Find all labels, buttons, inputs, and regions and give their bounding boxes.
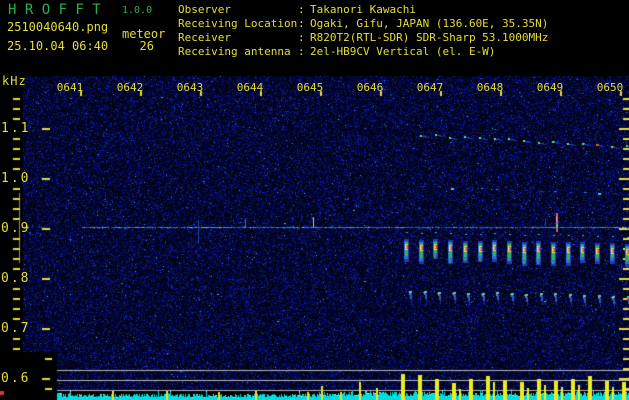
info-label-receiving-antenna: Receiving antenna (178, 45, 291, 58)
info-row-receiving-location: Receiving Location: Ogaki, Gifu, JAPAN (1… (178, 17, 548, 30)
time-tick-label-0642: 0642 (116, 81, 144, 94)
time-tick-label-0648: 0648 (476, 81, 504, 94)
time-tick-label-0646: 0646 (356, 81, 384, 94)
app-version: 1.0.0 (122, 5, 153, 16)
info-separator: : (298, 3, 305, 16)
info-separator: : (298, 31, 305, 44)
output-filename: 2510040640.png (7, 20, 109, 34)
info-value-observer: Takanori Kawachi (310, 3, 416, 16)
hrofft-screen: H R O F F T 1.0.0 2510040640.png meteor … (0, 0, 629, 400)
freq-tick-label-0.6: 0.6 (1, 371, 31, 386)
app-title: H R O F F T (8, 2, 101, 18)
freq-tick-label-1.0: 1.0 (1, 171, 31, 186)
info-row-observer: Observer: Takanori Kawachi (178, 3, 416, 16)
freq-tick-label-0.8: 0.8 (1, 271, 31, 286)
freq-tick-label-1.1: 1.1 (1, 121, 31, 136)
info-value-receiving-location: Ogaki, Gifu, JAPAN (136.60E, 35.35N) (310, 17, 549, 30)
info-label-observer: Observer (178, 3, 231, 16)
info-row-receiving-antenna: Receiving antenna:2el-HB9CV Vertical (el… (178, 45, 495, 58)
freq-tick-label-0.9: 0.9 (1, 221, 31, 236)
time-tick-label-0649: 0649 (536, 81, 564, 94)
time-tick-label-0641: 0641 (56, 81, 84, 94)
info-value-receiving-antenna: 2el-HB9CV Vertical (el. E-W) (310, 45, 496, 58)
meteor-count: 26 (139, 39, 154, 53)
info-label-receiving-location: Receiving Location (178, 17, 298, 30)
info-value-receiver: R820T2(RTL-SDR) SDR-Sharp 53.1000MHz (310, 31, 549, 44)
freq-axis-unit-label: kHz (2, 74, 27, 88)
spectrogram-canvas (0, 0, 629, 400)
time-tick-label-0643: 0643 (176, 81, 204, 94)
observation-datetime: 25.10.04 06:40 (7, 39, 109, 53)
time-tick-label-0647: 0647 (416, 81, 444, 94)
info-row-receiver: Receiver: R820T2(RTL-SDR) SDR-Sharp 53.10… (178, 31, 548, 44)
info-label-receiver: Receiver (178, 31, 231, 44)
time-tick-label-0644: 0644 (236, 81, 264, 94)
info-separator: : (298, 17, 305, 30)
time-tick-label-0650: 0650 (596, 81, 624, 94)
time-tick-label-0645: 0645 (296, 81, 324, 94)
info-separator: : (298, 45, 305, 58)
freq-tick-label-0.7: 0.7 (1, 321, 31, 336)
